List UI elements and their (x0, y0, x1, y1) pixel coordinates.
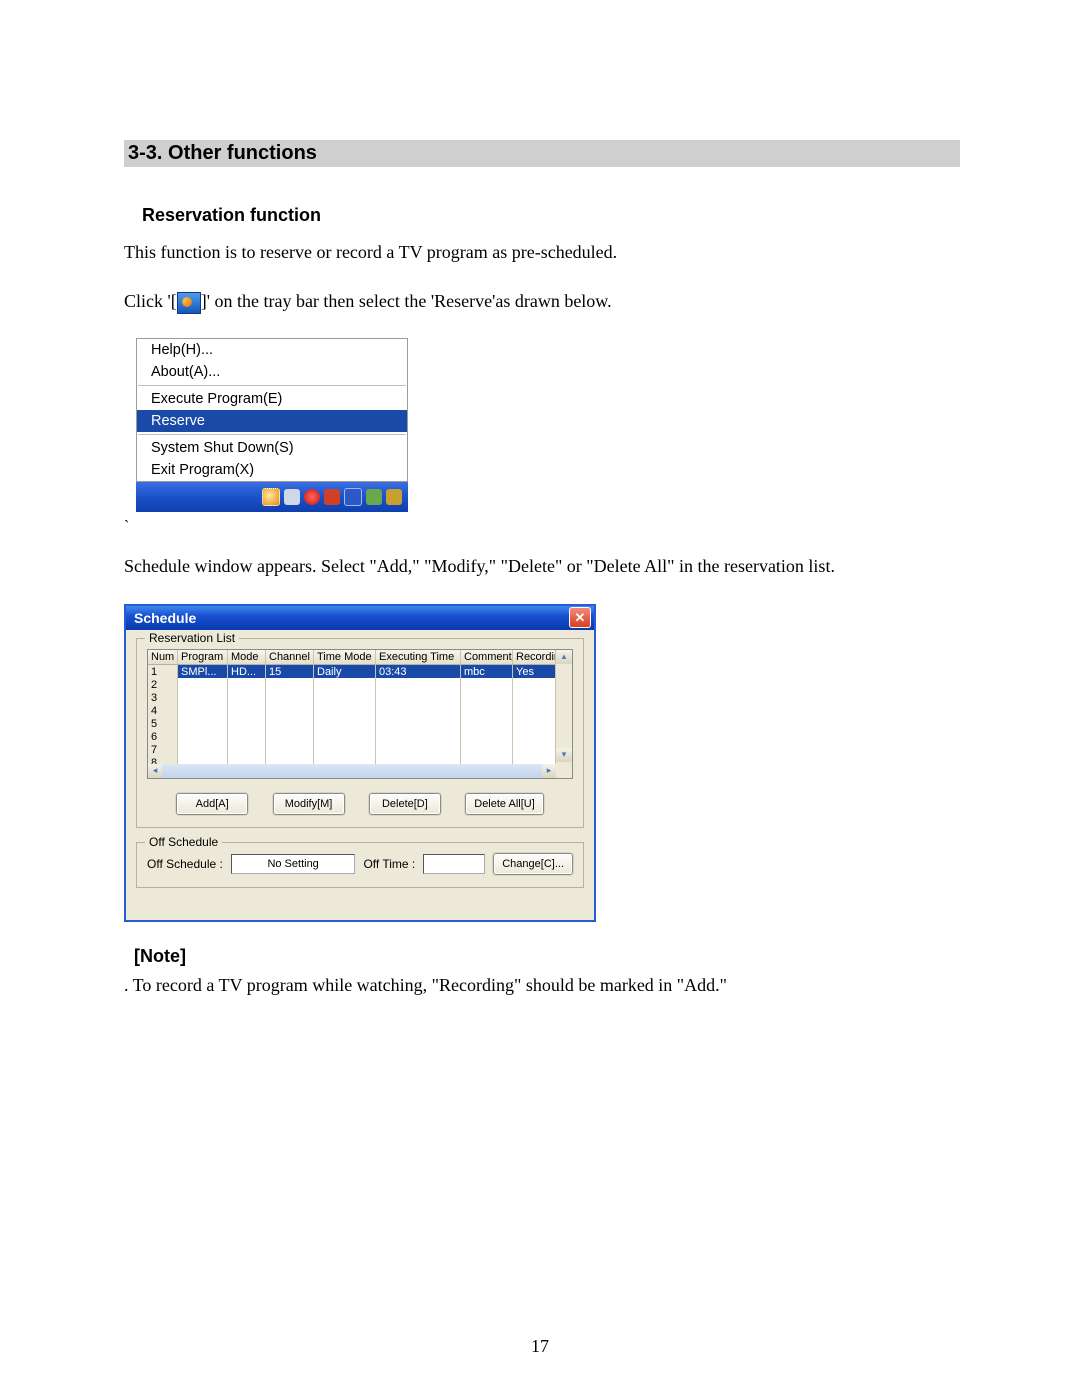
add-button[interactable]: Add[A] (176, 793, 248, 815)
list-row[interactable]: 1 SMPl... HD... 15 Daily 03:43 mbc Yes (148, 665, 572, 678)
schedule-window: Schedule ✕ Reservation List Num Program … (124, 604, 596, 922)
menu-separator (138, 385, 406, 386)
off-schedule-row: Off Schedule : No Setting Off Time : Cha… (147, 853, 573, 875)
horizontal-scrollbar[interactable]: ◂ ▸ (148, 764, 556, 778)
cell-program: SMPl... (178, 665, 228, 678)
menu-item-reserve[interactable]: Reserve (137, 410, 407, 432)
list-row[interactable]: 3 (148, 691, 572, 704)
taskbar (136, 482, 408, 512)
section-heading: 3-3. Other functions (124, 140, 960, 167)
col-mode[interactable]: Mode (228, 650, 266, 664)
scroll-right-icon[interactable]: ▸ (542, 764, 556, 778)
cell-num: 5 (148, 717, 178, 730)
cell-comment: mbc (461, 665, 513, 678)
delete-button[interactable]: Delete[D] (369, 793, 441, 815)
cell-num: 1 (148, 665, 178, 678)
window-title: Schedule (134, 610, 196, 626)
reservation-list-group: Reservation List Num Program Mode Channe… (136, 638, 584, 828)
off-schedule-legend: Off Schedule (145, 835, 222, 849)
close-icon: ✕ (575, 611, 586, 624)
off-time-value (423, 854, 485, 874)
scroll-thumb[interactable] (556, 664, 572, 748)
tray-display-icon[interactable] (344, 488, 362, 506)
context-menu-illustration: Help(H)... About(A)... Execute Program(E… (136, 338, 408, 512)
document-page: 3-3. Other functions Reservation functio… (0, 0, 1080, 1397)
schedule-instruction: Schedule window appears. Select "Add," "… (124, 554, 960, 579)
delete-all-button[interactable]: Delete All[U] (465, 793, 544, 815)
tray-gear-icon[interactable] (366, 489, 382, 505)
menu-separator (138, 434, 406, 435)
col-timemode[interactable]: Time Mode (314, 650, 376, 664)
col-program[interactable]: Program (178, 650, 228, 664)
col-num[interactable]: Num (148, 650, 178, 664)
page-number: 17 (0, 1336, 1080, 1357)
intro-text: This function is to reserve or record a … (124, 240, 960, 265)
reservation-list-legend: Reservation List (145, 631, 239, 645)
menu-item-execute[interactable]: Execute Program(E) (137, 388, 407, 410)
click-instruction: Click '[ ]' on the tray bar then select t… (124, 289, 960, 314)
scroll-down-icon[interactable]: ▾ (556, 748, 572, 762)
list-row[interactable]: 2 (148, 678, 572, 691)
cell-num: 3 (148, 691, 178, 704)
col-comment[interactable]: Comment (461, 650, 513, 664)
modify-button[interactable]: Modify[M] (273, 793, 345, 815)
col-channel[interactable]: Channel (266, 650, 314, 664)
tray-sound-icon[interactable] (284, 489, 300, 505)
caption-tick: ` (124, 518, 129, 535)
list-row[interactable]: 4 (148, 704, 572, 717)
change-button[interactable]: Change[C]... (493, 853, 573, 875)
vertical-scrollbar[interactable]: ▴ ▾ (555, 650, 572, 764)
titlebar[interactable]: Schedule ✕ (126, 606, 594, 630)
note-text: . To record a TV program while watching,… (124, 973, 960, 998)
click-text-pre: Click '[ (124, 291, 177, 311)
scroll-up-icon[interactable]: ▴ (556, 650, 572, 664)
scroll-left-icon[interactable]: ◂ (148, 764, 162, 778)
menu-item-exit[interactable]: Exit Program(X) (137, 459, 407, 481)
menu-item-help[interactable]: Help(H)... (137, 339, 407, 361)
context-menu: Help(H)... About(A)... Execute Program(E… (136, 338, 408, 482)
off-schedule-group: Off Schedule Off Schedule : No Setting O… (136, 842, 584, 888)
tray-misc-icon[interactable] (386, 489, 402, 505)
list-rows: 1 SMPl... HD... 15 Daily 03:43 mbc Yes 2… (148, 665, 572, 779)
click-text-post: ]' on the tray bar then select the 'Rese… (201, 291, 612, 311)
col-exectime[interactable]: Executing Time (376, 650, 461, 664)
button-row: Add[A] Modify[M] Delete[D] Delete All[U] (147, 779, 573, 815)
scroll-corner (556, 764, 572, 778)
list-row[interactable]: 7 (148, 743, 572, 756)
menu-item-about[interactable]: About(A)... (137, 361, 407, 383)
window-body: Reservation List Num Program Mode Channe… (126, 630, 594, 920)
reservation-listview[interactable]: Num Program Mode Channel Time Mode Execu… (147, 649, 573, 779)
list-row[interactable]: 6 (148, 730, 572, 743)
list-row[interactable]: 5 (148, 717, 572, 730)
cell-num: 4 (148, 704, 178, 717)
close-button[interactable]: ✕ (569, 607, 591, 628)
tray-stop-icon[interactable] (304, 489, 320, 505)
list-header: Num Program Mode Channel Time Mode Execu… (148, 650, 572, 665)
off-schedule-label: Off Schedule : (147, 857, 223, 871)
cell-exectime: 03:43 (376, 665, 461, 678)
tray-shield-icon[interactable] (324, 489, 340, 505)
tray-app-icon[interactable] (262, 488, 280, 506)
cell-timemode: Daily (314, 665, 376, 678)
cell-mode: HD... (228, 665, 266, 678)
tray-icon (177, 292, 201, 314)
note-heading: [Note] (134, 946, 960, 967)
cell-channel: 15 (266, 665, 314, 678)
cell-num: 7 (148, 743, 178, 756)
cell-num: 6 (148, 730, 178, 743)
subsection-heading: Reservation function (142, 205, 960, 226)
cell-num: 2 (148, 678, 178, 691)
off-schedule-value: No Setting (231, 854, 356, 874)
menu-item-shutdown[interactable]: System Shut Down(S) (137, 437, 407, 459)
off-time-label: Off Time : (363, 857, 415, 871)
